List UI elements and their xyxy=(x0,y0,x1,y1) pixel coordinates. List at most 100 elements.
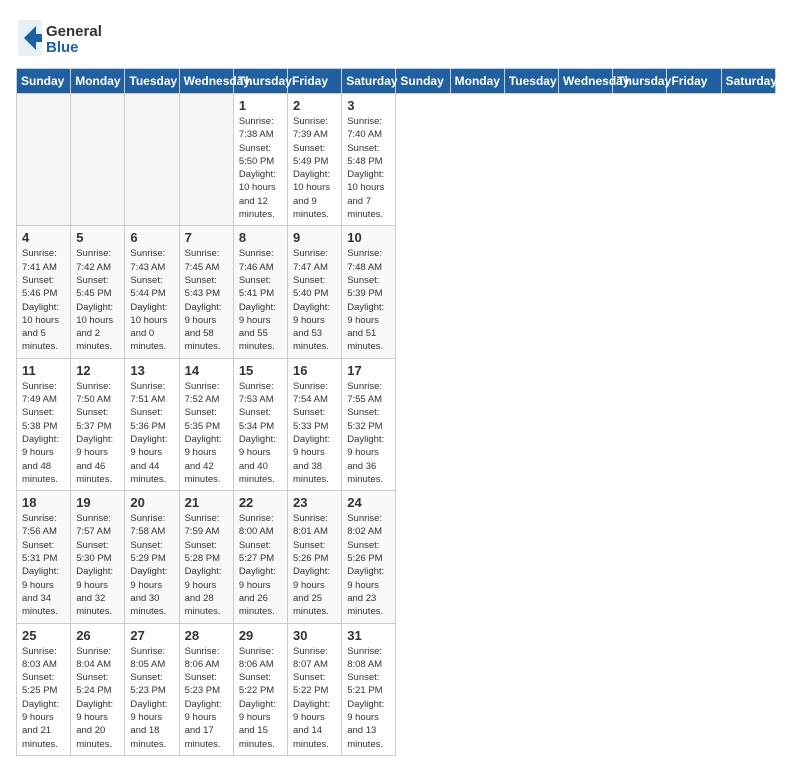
weekday-header: Sunday xyxy=(17,69,71,94)
calendar-cell: 4 Sunrise: 7:41 AMSunset: 5:46 PMDaylight… xyxy=(17,226,71,358)
day-number: 12 xyxy=(76,363,119,378)
calendar-cell: 21Sunrise: 7:59 AMSunset: 5:28 PMDayligh… xyxy=(179,491,233,623)
day-number: 31 xyxy=(347,628,390,643)
day-number: 7 xyxy=(185,230,228,245)
day-number: 26 xyxy=(76,628,119,643)
day-info: Sunrise: 7:49 AMSunset: 5:38 PMDaylight:… xyxy=(22,380,65,486)
weekday-header: Saturday xyxy=(721,69,775,94)
calendar-cell: 24Sunrise: 8:02 AMSunset: 5:26 PMDayligh… xyxy=(342,491,396,623)
day-number: 1 xyxy=(239,98,282,113)
weekday-header: Sunday xyxy=(396,69,450,94)
weekday-header: Wednesday xyxy=(179,69,233,94)
day-number: 9 xyxy=(293,230,336,245)
day-number: 4 xyxy=(22,230,65,245)
weekday-header: Thursday xyxy=(233,69,287,94)
day-number: 29 xyxy=(239,628,282,643)
calendar-cell xyxy=(71,94,125,226)
weekday-header: Monday xyxy=(450,69,504,94)
day-info: Sunrise: 7:56 AMSunset: 5:31 PMDaylight:… xyxy=(22,512,65,618)
day-info: Sunrise: 8:06 AMSunset: 5:23 PMDaylight:… xyxy=(185,645,228,751)
weekday-header: Tuesday xyxy=(125,69,179,94)
day-info: Sunrise: 7:39 AMSunset: 5:49 PMDaylight:… xyxy=(293,115,336,221)
day-number: 10 xyxy=(347,230,390,245)
calendar-week-row: 1Sunrise: 7:38 AMSunset: 5:50 PMDaylight… xyxy=(17,94,776,226)
day-info: Sunrise: 7:59 AMSunset: 5:28 PMDaylight:… xyxy=(185,512,228,618)
day-info: Sunrise: 7:41 AMSunset: 5:46 PMDaylight:… xyxy=(22,247,65,353)
calendar-cell xyxy=(125,94,179,226)
day-info: Sunrise: 7:54 AMSunset: 5:33 PMDaylight:… xyxy=(293,380,336,486)
day-info: Sunrise: 8:05 AMSunset: 5:23 PMDaylight:… xyxy=(130,645,173,751)
calendar-cell: 27 Sunrise: 8:05 AMSunset: 5:23 PMDayligh… xyxy=(125,623,179,755)
calendar-week-row: 11 Sunrise: 7:49 AMSunset: 5:38 PMDayligh… xyxy=(17,358,776,490)
calendar-cell: 11 Sunrise: 7:49 AMSunset: 5:38 PMDayligh… xyxy=(17,358,71,490)
day-info: Sunrise: 7:51 AMSunset: 5:36 PMDaylight:… xyxy=(130,380,173,486)
calendar-cell: 5 Sunrise: 7:42 AMSunset: 5:45 PMDaylight… xyxy=(71,226,125,358)
weekday-header: Monday xyxy=(71,69,125,94)
day-number: 18 xyxy=(22,495,65,510)
page-header: General Blue xyxy=(16,16,776,60)
day-info: Sunrise: 7:57 AMSunset: 5:30 PMDaylight:… xyxy=(76,512,119,618)
day-info: Sunrise: 7:43 AMSunset: 5:44 PMDaylight:… xyxy=(130,247,173,353)
calendar-cell: 12 Sunrise: 7:50 AMSunset: 5:37 PMDayligh… xyxy=(71,358,125,490)
calendar-cell: 14Sunrise: 7:52 AMSunset: 5:35 PMDayligh… xyxy=(179,358,233,490)
day-info: Sunrise: 8:03 AMSunset: 5:25 PMDaylight:… xyxy=(22,645,65,751)
calendar-cell: 15 Sunrise: 7:53 AMSunset: 5:34 PMDayligh… xyxy=(233,358,287,490)
day-info: Sunrise: 8:00 AMSunset: 5:27 PMDaylight:… xyxy=(239,512,282,618)
day-info: Sunrise: 7:53 AMSunset: 5:34 PMDaylight:… xyxy=(239,380,282,486)
calendar-cell xyxy=(17,94,71,226)
day-number: 2 xyxy=(293,98,336,113)
day-info: Sunrise: 8:02 AMSunset: 5:26 PMDaylight:… xyxy=(347,512,390,618)
weekday-header: Wednesday xyxy=(559,69,613,94)
calendar-cell: 26 Sunrise: 8:04 AMSunset: 5:24 PMDayligh… xyxy=(71,623,125,755)
calendar-cell: 17Sunrise: 7:55 AMSunset: 5:32 PMDayligh… xyxy=(342,358,396,490)
header-row: SundayMondayTuesdayWednesdayThursdayFrid… xyxy=(17,69,776,94)
day-info: Sunrise: 8:06 AMSunset: 5:22 PMDaylight:… xyxy=(239,645,282,751)
day-info: Sunrise: 8:08 AMSunset: 5:21 PMDaylight:… xyxy=(347,645,390,751)
day-info: Sunrise: 8:07 AMSunset: 5:22 PMDaylight:… xyxy=(293,645,336,751)
calendar-cell: 22 Sunrise: 8:00 AMSunset: 5:27 PMDayligh… xyxy=(233,491,287,623)
day-info: Sunrise: 7:46 AMSunset: 5:41 PMDaylight:… xyxy=(239,247,282,353)
calendar-cell: 25Sunrise: 8:03 AMSunset: 5:25 PMDayligh… xyxy=(17,623,71,755)
logo: General Blue xyxy=(16,16,136,60)
calendar-cell: 3 Sunrise: 7:40 AMSunset: 5:48 PMDaylight… xyxy=(342,94,396,226)
calendar-week-row: 4 Sunrise: 7:41 AMSunset: 5:46 PMDaylight… xyxy=(17,226,776,358)
calendar-cell: 23 Sunrise: 8:01 AMSunset: 5:26 PMDayligh… xyxy=(288,491,342,623)
calendar-week-row: 25Sunrise: 8:03 AMSunset: 5:25 PMDayligh… xyxy=(17,623,776,755)
calendar-cell: 9 Sunrise: 7:47 AMSunset: 5:40 PMDaylight… xyxy=(288,226,342,358)
day-number: 20 xyxy=(130,495,173,510)
day-number: 8 xyxy=(239,230,282,245)
day-number: 16 xyxy=(293,363,336,378)
weekday-header: Friday xyxy=(288,69,342,94)
logo-svg: General Blue xyxy=(16,16,136,60)
calendar-cell: 8 Sunrise: 7:46 AMSunset: 5:41 PMDaylight… xyxy=(233,226,287,358)
day-info: Sunrise: 7:45 AMSunset: 5:43 PMDaylight:… xyxy=(185,247,228,353)
day-number: 3 xyxy=(347,98,390,113)
day-number: 17 xyxy=(347,363,390,378)
day-info: Sunrise: 7:40 AMSunset: 5:48 PMDaylight:… xyxy=(347,115,390,221)
calendar-cell: 2 Sunrise: 7:39 AMSunset: 5:49 PMDaylight… xyxy=(288,94,342,226)
day-info: Sunrise: 7:42 AMSunset: 5:45 PMDaylight:… xyxy=(76,247,119,353)
svg-text:General: General xyxy=(46,23,102,40)
day-number: 22 xyxy=(239,495,282,510)
day-info: Sunrise: 7:52 AMSunset: 5:35 PMDaylight:… xyxy=(185,380,228,486)
day-info: Sunrise: 8:01 AMSunset: 5:26 PMDaylight:… xyxy=(293,512,336,618)
calendar-cell: 13Sunrise: 7:51 AMSunset: 5:36 PMDayligh… xyxy=(125,358,179,490)
day-number: 27 xyxy=(130,628,173,643)
day-number: 5 xyxy=(76,230,119,245)
weekday-header: Tuesday xyxy=(504,69,558,94)
day-number: 15 xyxy=(239,363,282,378)
calendar-cell xyxy=(179,94,233,226)
day-info: Sunrise: 7:47 AMSunset: 5:40 PMDaylight:… xyxy=(293,247,336,353)
day-number: 6 xyxy=(130,230,173,245)
calendar-cell: 1Sunrise: 7:38 AMSunset: 5:50 PMDaylight… xyxy=(233,94,287,226)
calendar-cell: 19 Sunrise: 7:57 AMSunset: 5:30 PMDayligh… xyxy=(71,491,125,623)
calendar-cell: 16 Sunrise: 7:54 AMSunset: 5:33 PMDayligh… xyxy=(288,358,342,490)
day-number: 23 xyxy=(293,495,336,510)
weekday-header: Saturday xyxy=(342,69,396,94)
day-info: Sunrise: 8:04 AMSunset: 5:24 PMDaylight:… xyxy=(76,645,119,751)
calendar-cell: 10Sunrise: 7:48 AMSunset: 5:39 PMDayligh… xyxy=(342,226,396,358)
day-info: Sunrise: 7:58 AMSunset: 5:29 PMDaylight:… xyxy=(130,512,173,618)
day-number: 11 xyxy=(22,363,65,378)
day-number: 19 xyxy=(76,495,119,510)
day-info: Sunrise: 7:50 AMSunset: 5:37 PMDaylight:… xyxy=(76,380,119,486)
